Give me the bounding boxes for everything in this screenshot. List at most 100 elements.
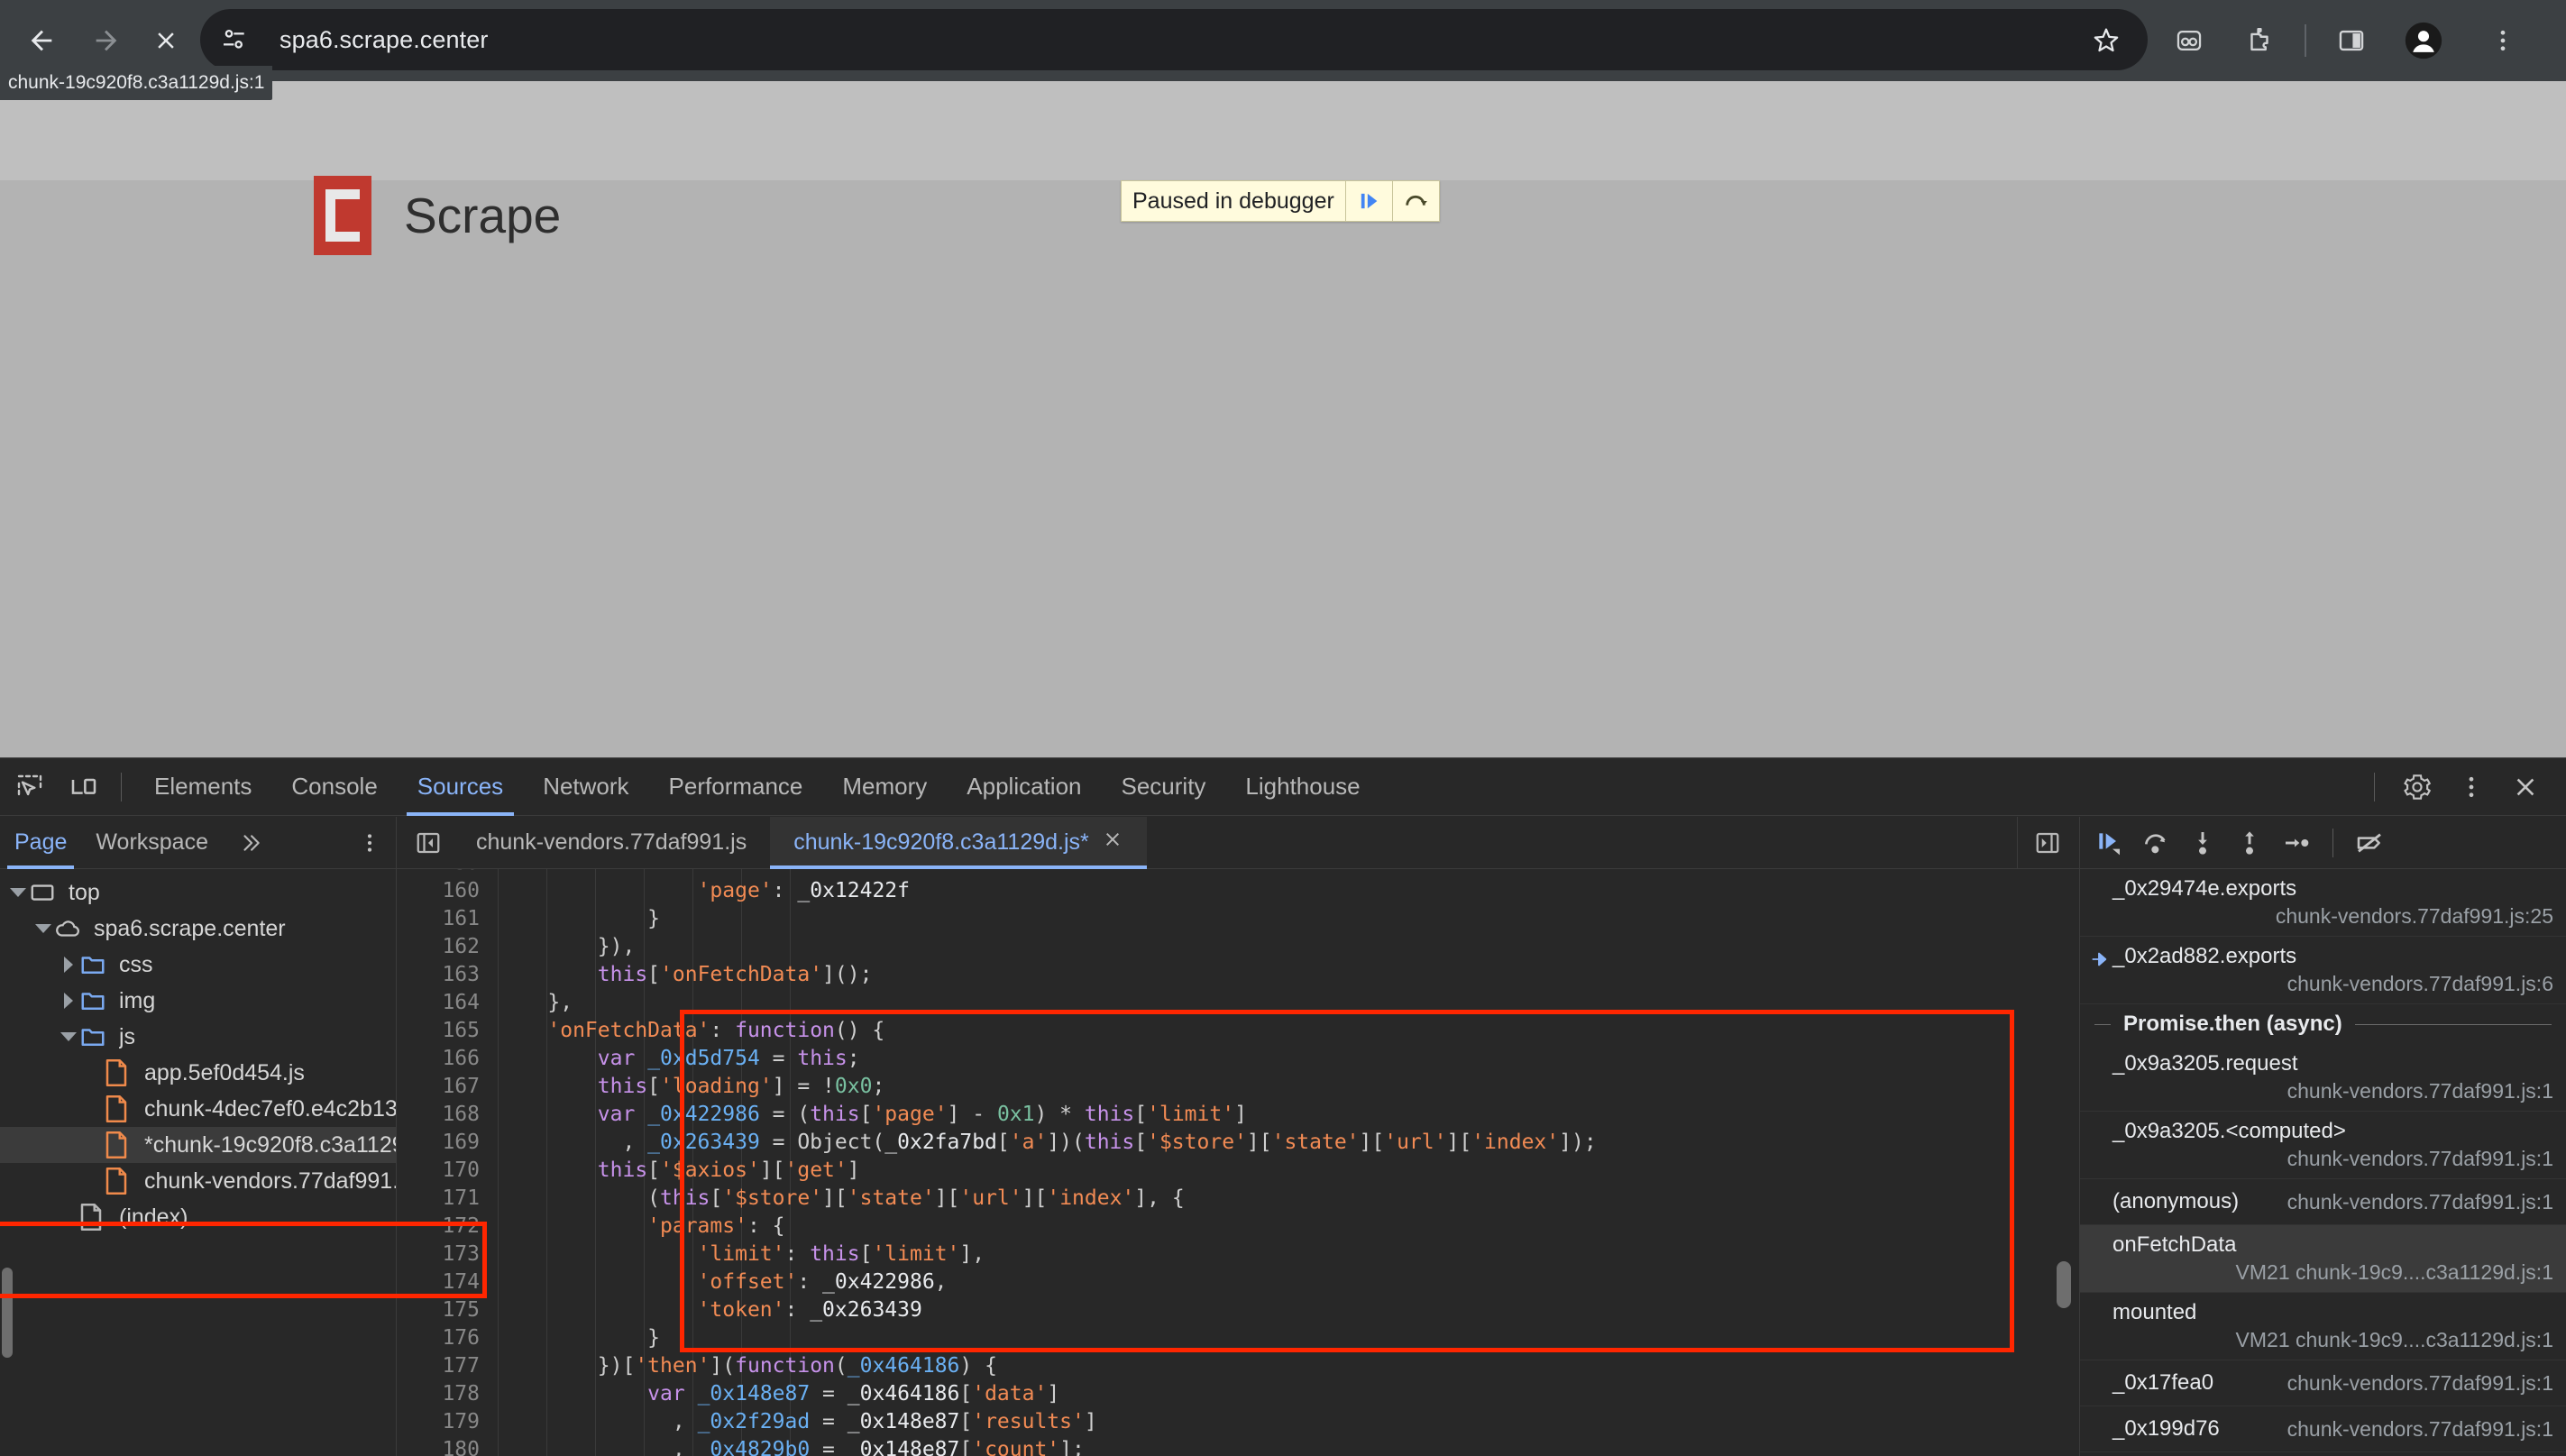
show-debugger-sidebar-button[interactable] — [2023, 819, 2072, 867]
site-info-button[interactable] — [209, 14, 260, 65]
step-button[interactable] — [2273, 820, 2320, 866]
call-stack-frame[interactable]: _0x17fea0 chunk-vendors.77daf991.js:1 — [2080, 1360, 2566, 1406]
frame-source-location[interactable]: VM21 chunk-19c9....c3a1129d.js:1 — [2112, 1326, 2553, 1353]
tab-performance[interactable]: Performance — [649, 758, 823, 816]
bookmark-button[interactable] — [2081, 14, 2131, 65]
devtools-settings-button[interactable] — [2393, 763, 2442, 811]
line-number[interactable]: 171 — [397, 1185, 498, 1213]
call-stack-frame[interactable]: _0x9a3205.request chunk-vendors.77daf991.… — [2080, 1044, 2566, 1112]
frame-source-location[interactable]: chunk-vendors.77daf991.js:1 — [2112, 1145, 2553, 1172]
code-line[interactable]: 162 }), — [397, 933, 2079, 961]
step-into-button[interactable] — [2179, 820, 2226, 866]
address-bar[interactable]: spa6.scrape.center — [200, 9, 2148, 70]
tab-memory[interactable]: Memory — [822, 758, 947, 816]
step-over-button[interactable] — [2132, 820, 2179, 866]
line-content[interactable]: (this['$store']['state']['url']['index']… — [498, 1185, 2079, 1213]
frame-source-location[interactable]: chunk-vendors.77daf991.js:1 — [2287, 1415, 2553, 1442]
line-number[interactable]: 168 — [397, 1101, 498, 1129]
line-content[interactable]: 'page': _0x12422f — [498, 877, 2079, 905]
twisty-collapsed-icon[interactable] — [58, 957, 79, 973]
line-content[interactable]: this['loading'] = !0x0; — [498, 1073, 2079, 1101]
code-editor[interactable]: 159 160 'page': _0x12422f161 }162 }),163… — [397, 869, 2079, 1456]
scrollbar-thumb[interactable] — [2057, 1261, 2071, 1308]
code-line[interactable]: 170 this['$axios']['get'] — [397, 1157, 2079, 1185]
line-content[interactable]: , _0x263439 = Object(_0x2fa7bd['a'])(thi… — [498, 1129, 2079, 1157]
deactivate-breakpoints-button[interactable] — [2346, 820, 2393, 866]
line-number[interactable]: 172 — [397, 1213, 498, 1241]
device-toolbar-button[interactable] — [60, 763, 108, 811]
code-line[interactable]: 161 } — [397, 905, 2079, 933]
line-number[interactable]: 164 — [397, 989, 498, 1017]
google-lens-button[interactable] — [2164, 15, 2214, 66]
call-stack-frame[interactable]: _0x199d76 chunk-vendors.77daf991.js:1 — [2080, 1406, 2566, 1452]
code-line[interactable]: 168 var _0x422986 = (this['page'] - 0x1)… — [397, 1101, 2079, 1129]
code-line[interactable]: 159 — [397, 869, 2079, 877]
call-stack-frame[interactable]: insertchunk-vendors.77daf991.js:1 — [2080, 1452, 2566, 1456]
debugger-scrollbar-thumb[interactable] — [2, 1268, 13, 1358]
line-content[interactable]: 'limit': this['limit'], — [498, 1241, 2079, 1268]
tree-item-chunk-19c920f8-c3a1129[interactable]: *chunk-19c920f8.c3a1129 — [0, 1127, 396, 1163]
code-line[interactable]: 165 'onFetchData': function() { — [397, 1017, 2079, 1045]
banner-step-over-button[interactable] — [1391, 181, 1439, 221]
frame-source-location[interactable]: chunk-vendors.77daf991.js:25 — [2112, 902, 2553, 929]
devtools-more-options-button[interactable] — [2447, 763, 2496, 811]
line-content[interactable]: , _0x2f29ad = _0x148e87['results'] — [498, 1408, 2079, 1436]
code-line[interactable]: 166 var _0xd5d754 = this; — [397, 1045, 2079, 1073]
line-content[interactable]: this['onFetchData'](); — [498, 961, 2079, 989]
twisty-collapsed-icon[interactable] — [58, 993, 79, 1009]
code-vertical-scrollbar[interactable] — [2052, 869, 2076, 1456]
line-number[interactable]: 163 — [397, 961, 498, 989]
line-number[interactable]: 169 — [397, 1129, 498, 1157]
frame-source-location[interactable]: chunk-vendors.77daf991.js:1 — [2287, 1369, 2553, 1396]
tab-application[interactable]: Application — [947, 758, 1101, 816]
line-content[interactable]: var _0xd5d754 = this; — [498, 1045, 2079, 1073]
tab-lighthouse[interactable]: Lighthouse — [1225, 758, 1379, 816]
side-panel-button[interactable] — [2326, 15, 2377, 66]
profile-button[interactable] — [2398, 15, 2449, 66]
code-line[interactable]: 175 'token': _0x263439 — [397, 1296, 2079, 1324]
inspect-element-button[interactable] — [5, 763, 54, 811]
stop-loading-button[interactable] — [141, 15, 191, 66]
line-content[interactable]: 'onFetchData': function() { — [498, 1017, 2079, 1045]
line-number[interactable]: 178 — [397, 1380, 498, 1408]
line-number[interactable]: 167 — [397, 1073, 498, 1101]
code-line[interactable]: 164 }, — [397, 989, 2079, 1017]
line-content[interactable]: var _0x148e87 = _0x464186['data'] — [498, 1380, 2079, 1408]
line-content[interactable]: this['$axios']['get'] — [498, 1157, 2079, 1185]
line-number[interactable]: 161 — [397, 905, 498, 933]
twisty-expanded-icon[interactable] — [32, 924, 54, 933]
line-number[interactable]: 160 — [397, 877, 498, 905]
tab-security[interactable]: Security — [1102, 758, 1226, 816]
tree-item-app-5ef0d454-js[interactable]: app.5ef0d454.js — [0, 1055, 396, 1091]
nav-tab-workspace[interactable]: Workspace — [81, 817, 223, 869]
devtools-close-button[interactable] — [2501, 763, 2550, 811]
line-content[interactable]: }), — [498, 933, 2079, 961]
code-line[interactable]: 160 'page': _0x12422f — [397, 877, 2079, 905]
line-number[interactable]: 165 — [397, 1017, 498, 1045]
line-number[interactable]: 170 — [397, 1157, 498, 1185]
line-content[interactable]: })['then'](function(_0x464186) { — [498, 1352, 2079, 1380]
line-number[interactable]: 175 — [397, 1296, 498, 1324]
line-number[interactable]: 176 — [397, 1324, 498, 1352]
code-line[interactable]: 179 , _0x2f29ad = _0x148e87['results'] — [397, 1408, 2079, 1436]
editor-tab-chunk-19c920f8[interactable]: chunk-19c920f8.c3a1129d.js* — [770, 816, 1147, 869]
code-line[interactable]: 173 'limit': this['limit'], — [397, 1241, 2079, 1268]
tree-item-chunk-vendors-77daf991-js[interactable]: chunk-vendors.77daf991.js — [0, 1163, 396, 1199]
line-number[interactable]: 173 — [397, 1241, 498, 1268]
line-number[interactable]: 177 — [397, 1352, 498, 1380]
code-line[interactable]: 172 'params': { — [397, 1213, 2079, 1241]
show-navigator-button[interactable] — [404, 819, 453, 867]
step-out-button[interactable] — [2226, 820, 2273, 866]
tab-elements[interactable]: Elements — [134, 758, 271, 816]
tab-console[interactable]: Console — [271, 758, 397, 816]
code-line[interactable]: 180 , _0x4829b0 = _0x148e87['count']; — [397, 1436, 2079, 1456]
code-line[interactable]: 174 'offset': _0x422986, — [397, 1268, 2079, 1296]
editor-tab-close-button[interactable] — [1102, 829, 1123, 856]
resume-script-button[interactable] — [2085, 820, 2132, 866]
code-line[interactable]: 178 var _0x148e87 = _0x464186['data'] — [397, 1380, 2079, 1408]
tree-item-js[interactable]: js — [0, 1019, 396, 1055]
line-number[interactable]: 166 — [397, 1045, 498, 1073]
line-content[interactable]: var _0x422986 = (this['page'] - 0x1) * t… — [498, 1101, 2079, 1129]
line-number[interactable]: 159 — [397, 869, 498, 877]
line-content[interactable]: } — [498, 1324, 2079, 1352]
